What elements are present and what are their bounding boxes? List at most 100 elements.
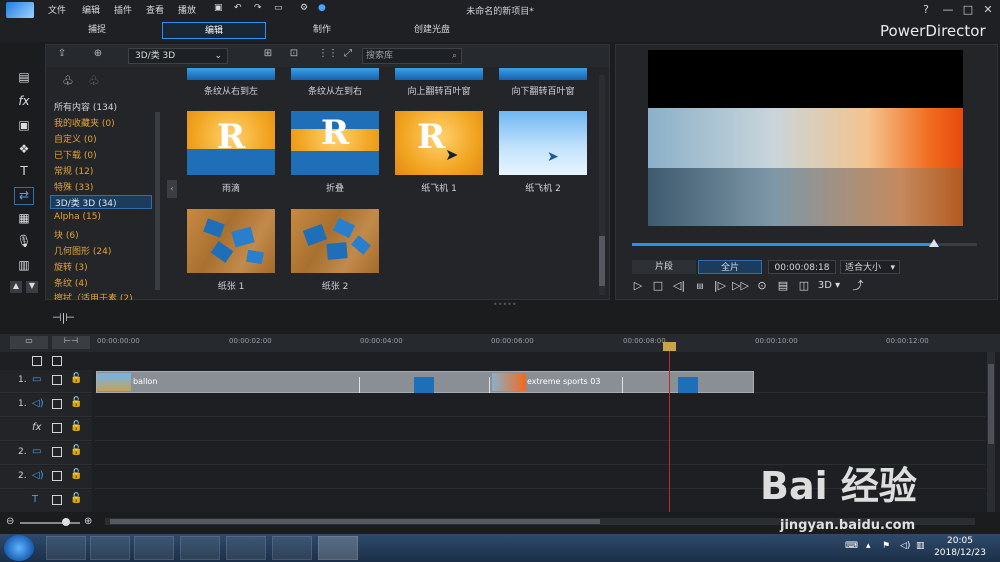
timeline-track[interactable] bbox=[95, 394, 985, 417]
checkbox-icon[interactable] bbox=[52, 375, 62, 385]
pip-room-icon[interactable]: ▣ bbox=[14, 118, 34, 136]
category-item[interactable]: 自定义 (0) bbox=[54, 132, 97, 145]
track-manager-icon[interactable]: ▭ bbox=[10, 336, 48, 349]
timeline-horizontal-scrollbar-thumb[interactable] bbox=[110, 519, 600, 524]
search-input[interactable]: 搜索库 ⌕ bbox=[362, 48, 462, 64]
timeline-zoom-slider[interactable] bbox=[20, 522, 80, 524]
transition-thumbnail[interactable] bbox=[499, 68, 587, 80]
timeline-track[interactable] bbox=[95, 418, 985, 441]
lock-icon[interactable]: 🔓 bbox=[70, 373, 82, 384]
checkbox-icon[interactable] bbox=[52, 423, 62, 433]
import-icon[interactable]: ⇪ bbox=[54, 48, 70, 63]
category-item-selected[interactable]: 3D/类 3D (34) bbox=[50, 195, 152, 209]
download-icon[interactable]: ⊕ bbox=[90, 48, 106, 63]
category-item[interactable]: 旋转 (3) bbox=[54, 260, 88, 273]
chapter-room-icon[interactable]: ▥ bbox=[14, 258, 34, 276]
transition-thumbnail[interactable]: R bbox=[291, 111, 379, 175]
undo-icon[interactable]: ↶ bbox=[234, 3, 242, 13]
aspect-icon[interactable]: ▭ bbox=[274, 3, 283, 13]
lock-icon[interactable]: 🔓 bbox=[70, 493, 82, 504]
fast-forward-icon[interactable]: ▷▷ bbox=[732, 279, 749, 293]
firefox-icon[interactable] bbox=[180, 536, 220, 560]
transition-room-icon[interactable]: ⇄ bbox=[14, 187, 34, 205]
fit-timeline-icon[interactable]: ⊣|⊢ bbox=[52, 311, 75, 324]
transition-thumbnail[interactable] bbox=[291, 68, 379, 80]
library-scrollbar-thumb[interactable] bbox=[599, 236, 605, 286]
update-icon[interactable]: ● bbox=[318, 3, 326, 13]
save-icon[interactable]: ▣ bbox=[214, 3, 223, 13]
network-icon[interactable]: ▥ bbox=[916, 541, 925, 551]
clock-time[interactable]: 20:05 bbox=[930, 536, 990, 546]
transition-marker[interactable] bbox=[414, 377, 434, 393]
zoom-in-icon[interactable]: ⊕ bbox=[84, 516, 92, 527]
category-select[interactable]: 3D/类 3D ⌄ bbox=[128, 48, 228, 64]
media-room-icon[interactable]: ▤ bbox=[14, 70, 34, 88]
prev-frame-icon[interactable]: ◁| bbox=[671, 279, 687, 293]
category-item[interactable]: 所有内容 (134) bbox=[54, 100, 117, 113]
apply-all-icon[interactable]: ⊡ bbox=[286, 48, 302, 63]
particle-room-icon[interactable]: ❖ bbox=[14, 142, 34, 160]
tab-edit[interactable]: 编辑 bbox=[162, 22, 266, 39]
transition-thumbnail[interactable] bbox=[291, 209, 379, 273]
volume-icon[interactable]: ◫ bbox=[796, 279, 812, 293]
track-enable-all-icon[interactable] bbox=[32, 356, 42, 366]
transition-thumbnail[interactable] bbox=[187, 68, 275, 80]
menu-file[interactable]: 文件 bbox=[48, 3, 66, 16]
file-explorer-icon[interactable] bbox=[90, 536, 130, 560]
scroll-down-icon[interactable]: ▼ bbox=[26, 281, 38, 293]
next-frame-icon[interactable]: |▷ bbox=[712, 279, 728, 293]
transition-thumbnail[interactable]: R ➤ bbox=[395, 111, 483, 175]
category-item[interactable]: 已下载 (0) bbox=[54, 148, 97, 161]
play-icon[interactable]: ▷ bbox=[630, 279, 646, 293]
storyboard-toggle-icon[interactable]: ⊢⊣ bbox=[52, 336, 90, 349]
category-item[interactable]: 条纹 (4) bbox=[54, 276, 88, 289]
tray-arrow-icon[interactable]: ▴ bbox=[866, 541, 871, 551]
3d-toggle[interactable]: 3D ▾ bbox=[816, 279, 842, 293]
snapshot-icon[interactable]: ⊙ bbox=[754, 279, 770, 293]
split-icon[interactable]: ⩏ bbox=[692, 279, 708, 293]
menu-edit[interactable]: 编辑 bbox=[82, 3, 100, 16]
start-button[interactable] bbox=[4, 535, 34, 561]
category-item[interactable]: 我的收藏夹 (0) bbox=[54, 116, 115, 129]
tab-create-disc[interactable]: 创建光盘 bbox=[380, 22, 484, 39]
category-item[interactable]: 常规 (12) bbox=[54, 164, 93, 177]
playhead-handle[interactable] bbox=[663, 342, 676, 351]
minimize-button[interactable]: — bbox=[938, 2, 958, 18]
subtitle-icon[interactable]: ▤ bbox=[775, 279, 791, 293]
transition-thumbnail[interactable] bbox=[187, 209, 275, 273]
checkbox-icon[interactable] bbox=[52, 447, 62, 457]
scroll-up-icon[interactable]: ▲ bbox=[10, 281, 22, 293]
movie-mode-button[interactable]: 全片 bbox=[698, 260, 762, 274]
category-item[interactable]: 几何图形 (24) bbox=[54, 244, 111, 257]
timecode-display[interactable]: 00:00:08:18 bbox=[768, 260, 836, 274]
lock-icon[interactable]: 🔓 bbox=[70, 397, 82, 408]
timeline-zoom-knob[interactable] bbox=[62, 518, 70, 526]
tab-capture[interactable]: 捕捉 bbox=[45, 22, 149, 39]
resize-grip-icon[interactable]: ••••• bbox=[493, 300, 517, 309]
checkbox-icon[interactable] bbox=[52, 399, 62, 409]
zoom-out-icon[interactable]: ⊖ bbox=[6, 516, 14, 527]
preview-scrub-handle[interactable] bbox=[929, 239, 939, 247]
close-button[interactable]: ✕ bbox=[978, 2, 998, 18]
audio-mixing-icon[interactable]: ▦ bbox=[14, 211, 34, 229]
volume-tray-icon[interactable]: ◁) bbox=[900, 541, 910, 551]
title-room-icon[interactable]: T bbox=[14, 164, 34, 182]
checkbox-icon[interactable] bbox=[52, 356, 62, 366]
keyboard-icon[interactable]: ⌨ bbox=[845, 541, 858, 551]
voice-over-icon[interactable]: 🎙 bbox=[14, 234, 34, 252]
checkbox-icon[interactable] bbox=[52, 495, 62, 505]
add-to-timeline-icon[interactable]: ⊞ bbox=[260, 48, 276, 63]
category-item[interactable]: 特殊 (33) bbox=[54, 180, 93, 193]
transition-marker[interactable] bbox=[678, 377, 698, 393]
tab-produce[interactable]: 制作 bbox=[270, 22, 374, 39]
resize-icon[interactable]: ⤢ bbox=[340, 48, 356, 63]
help-button[interactable]: ? bbox=[916, 2, 936, 18]
redo-icon[interactable]: ↷ bbox=[254, 3, 262, 13]
fx-room-icon[interactable]: fx bbox=[14, 94, 34, 112]
grid-view-icon[interactable]: ⋮⋮ bbox=[318, 48, 338, 63]
checkbox-icon[interactable] bbox=[52, 471, 62, 481]
transition-thumbnail[interactable] bbox=[395, 68, 483, 80]
menu-view[interactable]: 查看 bbox=[146, 3, 164, 16]
timeline-vertical-scrollbar-thumb[interactable] bbox=[988, 364, 994, 444]
lock-icon[interactable]: 🔓 bbox=[70, 469, 82, 480]
